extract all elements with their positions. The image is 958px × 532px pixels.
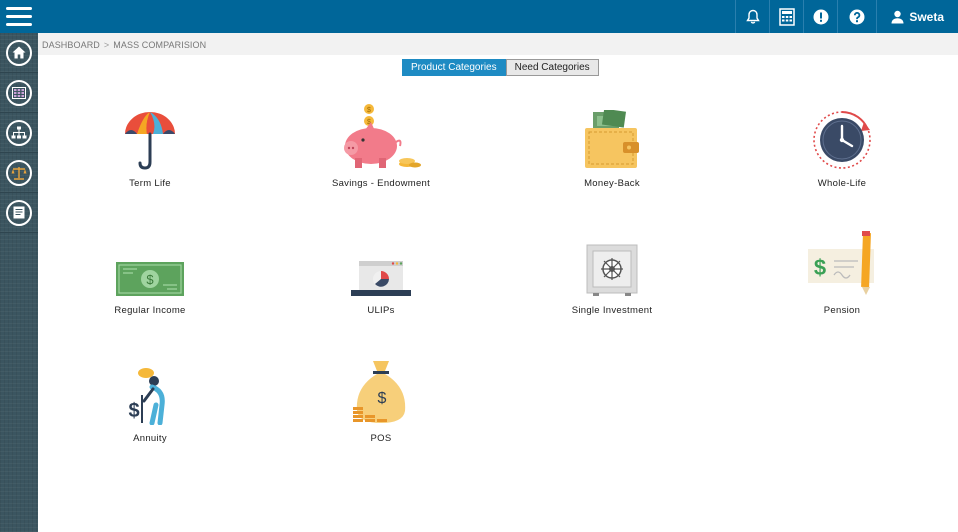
breadcrumb-current: MASS COMPARISION [113, 40, 207, 50]
tab-need-categories[interactable]: Need Categories [505, 59, 599, 76]
category-label: Money-Back [584, 178, 640, 189]
calculator-icon[interactable] [769, 0, 803, 33]
grid-icon [12, 86, 26, 99]
safe-icon [586, 244, 638, 296]
money-bag-icon: $ [353, 361, 406, 423]
hierarchy-icon [11, 126, 27, 139]
home-icon [12, 46, 26, 59]
sidebar-item-hierarchy[interactable] [0, 113, 38, 153]
breadcrumb: DASHBOARD > MASS COMPARISION [38, 33, 958, 55]
tab-product-categories[interactable]: Product Categories [402, 59, 506, 76]
category-label: ULIPs [367, 305, 395, 316]
user-name: Sweta [909, 9, 944, 24]
document-icon [13, 206, 25, 219]
help-icon[interactable] [837, 0, 876, 33]
sidebar [0, 33, 38, 532]
sidebar-item-grid[interactable] [0, 73, 38, 113]
top-bar: Sweta [0, 0, 958, 33]
user-menu[interactable]: Sweta [876, 0, 958, 33]
category-label: Whole-Life [817, 178, 867, 189]
wallet-icon [585, 110, 639, 168]
category-label: Regular Income [114, 305, 186, 316]
svg-text:$: $ [814, 255, 826, 280]
category-label: Annuity [133, 433, 167, 444]
category-ulips[interactable]: ULIPs [281, 231, 481, 316]
category-pos[interactable]: $ POS [281, 359, 481, 444]
scale-icon [11, 166, 27, 180]
category-label: POS [370, 433, 392, 444]
category-annuity[interactable]: $ Annuity [50, 359, 250, 444]
breadcrumb-separator: > [103, 40, 110, 50]
elderly-icon: $ [128, 368, 165, 425]
piggy-bank-icon: $ $ [344, 104, 421, 168]
umbrella-icon [125, 112, 175, 170]
category-label: Pension [823, 305, 861, 316]
alert-icon[interactable] [803, 0, 837, 33]
category-term-life[interactable]: Term Life [50, 104, 250, 189]
banknote-icon: $ [116, 262, 184, 296]
top-actions: Sweta [735, 0, 958, 33]
sidebar-item-home[interactable] [0, 33, 38, 73]
laptop-chart-icon [351, 261, 411, 296]
sidebar-item-compare[interactable] [0, 153, 38, 193]
svg-text:$: $ [146, 272, 154, 287]
cheque-icon: $ [808, 231, 874, 295]
category-pension[interactable]: $ Pension [742, 231, 942, 316]
category-label: Savings - Endowment [331, 178, 431, 189]
category-label: Term Life [129, 178, 171, 189]
bell-icon[interactable] [735, 0, 769, 33]
category-toggle: Product Categories Need Categories [402, 59, 599, 76]
user-icon [891, 10, 904, 23]
sidebar-item-reports[interactable] [0, 193, 38, 233]
svg-text:$: $ [128, 400, 139, 422]
category-label: Single Investment [571, 305, 653, 316]
menu-icon[interactable] [6, 7, 32, 27]
breadcrumb-root[interactable]: DASHBOARD [42, 40, 100, 50]
category-single-investment[interactable]: Single Investment [512, 231, 712, 316]
clock-icon [813, 111, 871, 169]
category-savings-endowment[interactable]: $ $ Savings - Endowment [281, 104, 481, 189]
svg-text:$: $ [367, 107, 371, 114]
svg-text:$: $ [378, 390, 387, 407]
category-money-back[interactable]: Money-Back [512, 104, 712, 189]
category-whole-life[interactable]: Whole-Life [742, 104, 942, 189]
category-regular-income[interactable]: $ Regular Income [50, 231, 250, 316]
